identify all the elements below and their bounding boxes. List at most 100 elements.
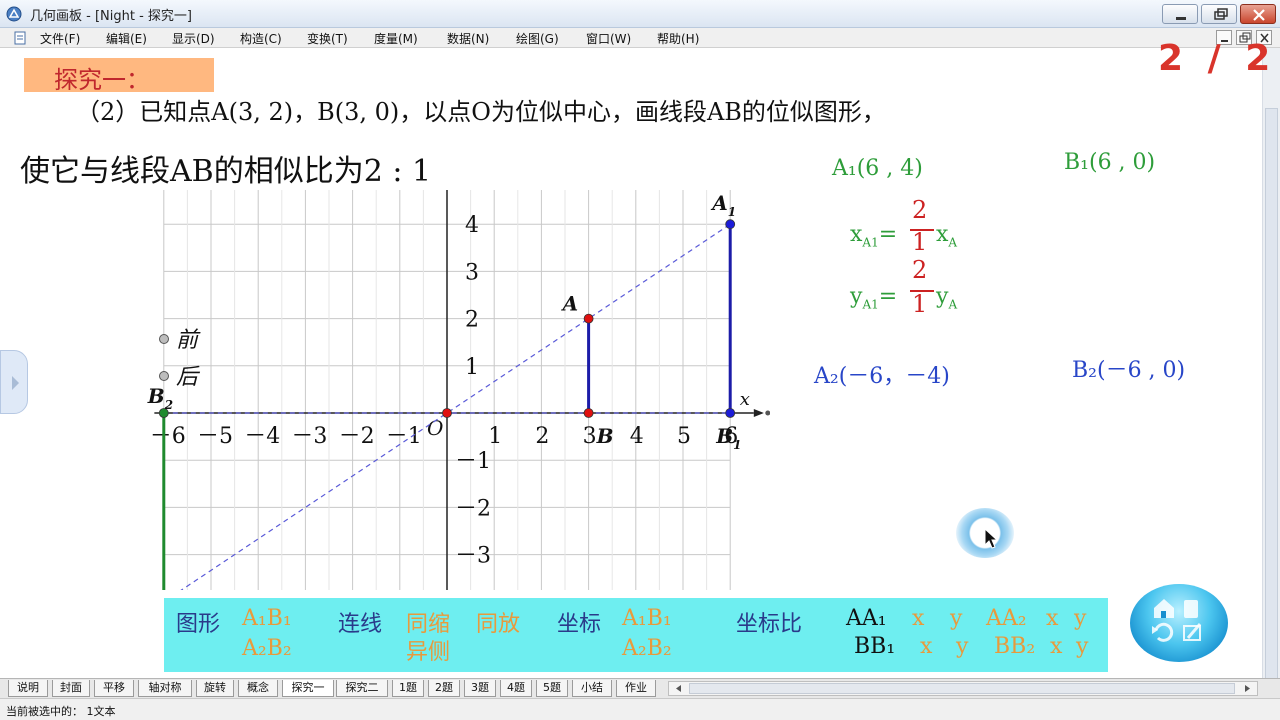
formula-x[interactable]: xA1=	[850, 222, 897, 249]
formula-x-eq: =	[878, 222, 898, 247]
y-tick-label: 2	[465, 308, 479, 333]
tab-summary[interactable]: 小结	[572, 680, 612, 697]
document-nav-icon[interactable]	[1184, 600, 1198, 618]
horizontal-scrollbar[interactable]	[668, 681, 1258, 696]
formula-x-rhs-var: x	[936, 222, 949, 247]
x-tick-label: －3	[291, 424, 327, 449]
same-enlarge-button[interactable]: 同放	[476, 606, 520, 638]
title-bar: 几何画板 - [Night - 探究一]	[0, 0, 1280, 28]
aa1-label[interactable]: AA₁	[846, 606, 887, 631]
x-tick-label: －1	[386, 424, 422, 449]
bb1-y-button[interactable]: y	[956, 634, 968, 659]
tab-question-4[interactable]: 4题	[500, 680, 532, 697]
connect-label[interactable]: 连线	[338, 606, 382, 638]
problem-text-line2[interactable]: 使它与线段AB的相似比为2 : 1	[20, 146, 431, 190]
section-heading[interactable]: 探究一：	[54, 60, 150, 95]
forward-button[interactable]: 前	[176, 328, 201, 353]
tab-question-2[interactable]: 2题	[428, 680, 460, 697]
result-a1[interactable]: A₁(6 , 4)	[832, 156, 923, 181]
home-icon[interactable]	[1154, 599, 1174, 618]
aa2-x-button[interactable]: x	[1046, 606, 1058, 631]
formula-y-rhs: yA	[936, 284, 957, 311]
point-b1[interactable]	[725, 408, 736, 418]
tab-question-3[interactable]: 3题	[464, 680, 496, 697]
chevron-right-icon	[12, 376, 19, 390]
status-text: 当前被选中的： 1文本	[6, 705, 116, 718]
side-panel-toggle[interactable]	[0, 350, 28, 414]
aa2-label[interactable]: AA₂	[986, 606, 1027, 631]
opposite-side-button[interactable]: 异侧	[406, 634, 450, 666]
navigation-widget[interactable]	[1130, 584, 1228, 662]
shape-a1b1-button[interactable]: A₁B₁	[242, 606, 292, 631]
coord-a1b1-button[interactable]: A₁B₁	[622, 606, 672, 631]
tab-cover[interactable]: 封面	[52, 680, 90, 697]
y-tick-label: －1	[455, 449, 491, 474]
vertical-scroll-thumb[interactable]	[1265, 108, 1278, 708]
menu-transform[interactable]: 变换(T)	[307, 30, 348, 47]
forward-button-dot[interactable]	[159, 334, 169, 344]
y-tick-label: 4	[465, 213, 479, 238]
edit-icon[interactable]	[1183, 623, 1202, 641]
menu-construct[interactable]: 构造(C)	[240, 30, 282, 47]
scroll-left-icon[interactable]	[671, 682, 687, 695]
tab-concept[interactable]: 概念	[238, 680, 278, 697]
bb2-y-button[interactable]: y	[1076, 634, 1088, 659]
scroll-right-icon[interactable]	[1239, 682, 1255, 695]
bb1-label[interactable]: BB₁	[854, 634, 895, 659]
menu-file[interactable]: 文件(F)	[40, 30, 80, 47]
shape-label[interactable]: 图形	[176, 606, 220, 638]
mouse-pointer-icon	[984, 528, 999, 549]
tab-question-1[interactable]: 1题	[392, 680, 424, 697]
horizontal-scroll-thumb[interactable]	[689, 683, 1235, 694]
menu-edit[interactable]: 编辑(E)	[106, 30, 147, 47]
app-icon	[6, 6, 22, 22]
aa2-y-button[interactable]: y	[1074, 606, 1086, 631]
point-o[interactable]	[442, 408, 452, 418]
menu-window[interactable]: 窗口(W)	[586, 30, 631, 47]
aa1-y-button[interactable]: y	[950, 606, 962, 631]
page-number: 2 / 2	[1158, 38, 1277, 79]
close-button[interactable]	[1240, 4, 1276, 24]
point-a[interactable]	[583, 313, 594, 324]
menu-graph[interactable]: 绘图(G)	[516, 30, 559, 47]
menu-help[interactable]: 帮助(H)	[657, 30, 699, 47]
bb2-x-button[interactable]: x	[1050, 634, 1062, 659]
status-bar: 当前被选中的： 1文本	[0, 698, 1280, 720]
tab-rotation[interactable]: 旋转	[196, 680, 234, 697]
refresh-icon[interactable]	[1152, 622, 1174, 642]
formula-y[interactable]: yA1=	[850, 284, 897, 311]
action-buttons[interactable]: 前后	[159, 328, 202, 390]
restore-button[interactable]	[1201, 4, 1237, 24]
tab-axial-symmetry[interactable]: 轴对称	[138, 680, 192, 697]
result-b1[interactable]: B₁(6 , 0)	[1064, 150, 1155, 175]
minimize-button[interactable]	[1162, 4, 1198, 24]
menu-data[interactable]: 数据(N)	[447, 30, 489, 47]
document-icon[interactable]	[12, 30, 28, 46]
tab-explore-1[interactable]: 探究一	[282, 680, 334, 697]
bb1-x-button[interactable]: x	[920, 634, 932, 659]
coord-ratio-label[interactable]: 坐标比	[736, 606, 802, 638]
tab-explore-2[interactable]: 探究二	[336, 680, 388, 697]
shape-a2b2-button[interactable]: A₂B₂	[242, 636, 292, 661]
x-axis-end-point	[765, 410, 770, 416]
point-b[interactable]	[583, 408, 594, 418]
result-b2[interactable]: B₂(－6 , 0)	[1072, 352, 1185, 384]
problem-text-line1[interactable]: （2）已知点A(3, 2)，B(3, 0)，以点O为位似中心，画线段AB的位似图…	[76, 92, 886, 127]
vertical-scrollbar[interactable]	[1262, 48, 1280, 708]
bb2-label[interactable]: BB₂	[994, 634, 1035, 659]
menu-measure[interactable]: 度量(M)	[374, 30, 418, 47]
result-a2[interactable]: A₂(－6，－4)	[814, 358, 950, 390]
aa1-x-button[interactable]: x	[912, 606, 924, 631]
menu-bar: 文件(F) 编辑(E) 显示(D) 构造(C) 变换(T) 度量(M) 数据(N…	[0, 28, 1280, 48]
menu-display[interactable]: 显示(D)	[172, 30, 215, 47]
tab-question-5[interactable]: 5题	[536, 680, 568, 697]
coord-label[interactable]: 坐标	[557, 606, 601, 638]
coord-a2b2-button[interactable]: A₂B₂	[622, 636, 672, 661]
point-a1[interactable]	[725, 219, 736, 230]
tab-translation[interactable]: 平移	[94, 680, 134, 697]
backward-button-dot[interactable]	[159, 371, 169, 381]
coordinate-graph[interactable]: －6－5－4－3－2－112345654321－1－2－3－4yxO ABA1B…	[130, 190, 770, 590]
tab-instructions[interactable]: 说明	[8, 680, 48, 697]
backward-button[interactable]: 后	[176, 365, 201, 390]
tab-homework[interactable]: 作业	[616, 680, 656, 697]
